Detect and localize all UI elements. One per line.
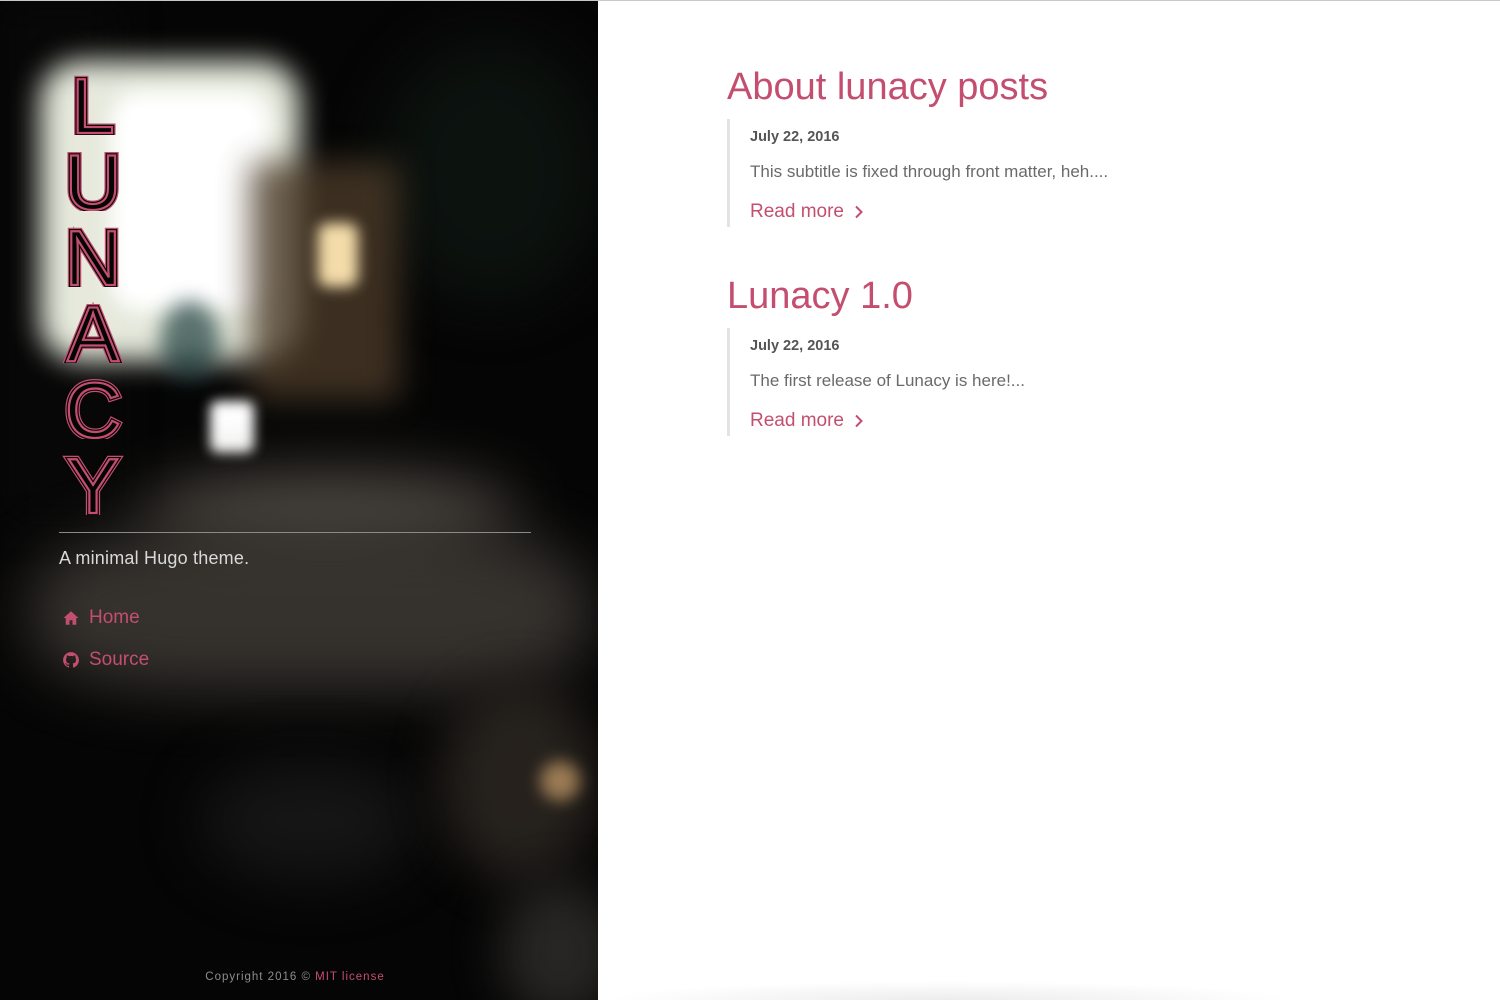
nav-item-source[interactable]: Source: [62, 645, 149, 675]
logo-letter: UUU: [61, 147, 124, 211]
chevron-right-icon: [855, 414, 863, 428]
post-body: July 22, 2016 The first release of Lunac…: [727, 328, 1025, 436]
post-item: About lunacy posts July 22, 2016 This su…: [727, 67, 1108, 227]
nav-item-label: Source: [89, 649, 150, 670]
post-item: Lunacy 1.0 July 22, 2016 The first relea…: [727, 276, 1025, 436]
sidebar-nav: Home Source: [62, 603, 149, 687]
read-more-link[interactable]: Read more: [750, 199, 865, 225]
post-summary: The first release of Lunacy is here!...: [750, 371, 1025, 390]
post-date: July 22, 2016: [750, 338, 840, 354]
read-more-label: Read more: [750, 201, 844, 222]
page: LLL UUU NNN AAA CCC YYY A minimal Hugo theme.…: [0, 0, 1500, 1000]
logo-letter: YYY: [63, 451, 122, 515]
chevron-right-icon: [855, 205, 863, 219]
home-icon: [63, 611, 79, 625]
read-more-link[interactable]: Read more: [750, 408, 865, 434]
svg-text:Y: Y: [67, 451, 119, 515]
post-title-link[interactable]: Lunacy 1.0: [727, 276, 1025, 316]
sidebar-divider: [59, 532, 531, 533]
site-tagline: A minimal Hugo theme.: [59, 548, 250, 568]
post-title-link[interactable]: About lunacy posts: [727, 67, 1108, 107]
main-content: About lunacy posts July 22, 2016 This su…: [598, 1, 1500, 1000]
post-body: July 22, 2016 This subtitle is fixed thr…: [727, 119, 1108, 227]
svg-text:A: A: [67, 299, 119, 363]
svg-text:L: L: [71, 71, 114, 135]
bottom-shadow: [598, 981, 1298, 1000]
svg-text:N: N: [65, 223, 121, 287]
post-date: July 22, 2016: [750, 129, 840, 145]
post-summary: This subtitle is fixed through front mat…: [750, 162, 1109, 181]
logo-letter: AAA: [63, 299, 122, 363]
read-more-label: Read more: [750, 410, 844, 431]
svg-text:U: U: [65, 147, 121, 211]
logo-letter: NNN: [61, 223, 124, 287]
nav-item-home[interactable]: Home: [62, 603, 149, 633]
logo-letter: LLL: [68, 71, 118, 135]
logo-letter: CCC: [61, 375, 124, 439]
github-icon: [63, 652, 79, 668]
site-logo[interactable]: LLL UUU NNN AAA CCC YYY: [58, 71, 128, 527]
copyright-text: Copyright 2016 ©: [205, 971, 316, 983]
mit-license-link[interactable]: MIT license: [315, 971, 385, 983]
sidebar: LLL UUU NNN AAA CCC YYY A minimal Hugo theme.…: [0, 1, 598, 1000]
sidebar-footer: Copyright 2016 © MIT license: [0, 971, 590, 983]
svg-text:C: C: [65, 375, 121, 439]
nav-item-label: Home: [89, 607, 140, 628]
